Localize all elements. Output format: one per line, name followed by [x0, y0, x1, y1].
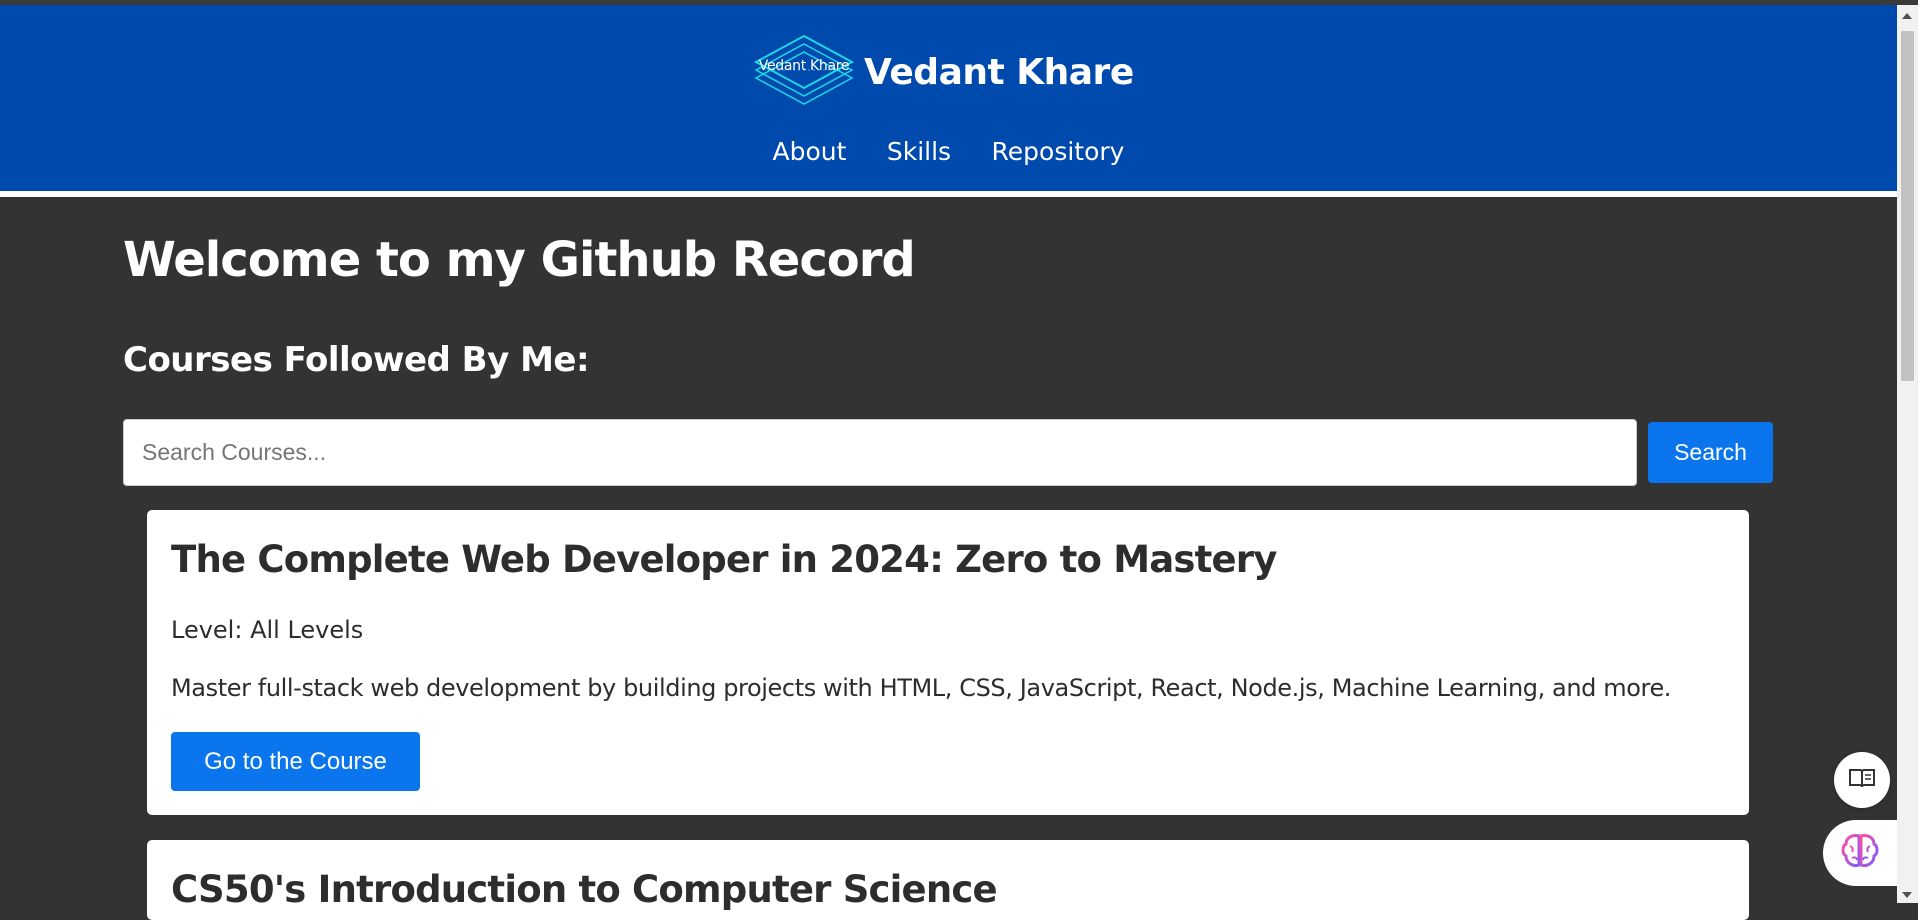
course-card: CS50's Introduction to Computer Science: [147, 840, 1749, 920]
scrollbar-thumb[interactable]: [1901, 31, 1914, 381]
course-title: The Complete Web Developer in 2024: Zero…: [171, 538, 1277, 581]
course-level: Level: All Levels: [171, 616, 364, 644]
courses-heading: Courses Followed By Me:: [123, 340, 590, 380]
go-to-course-button[interactable]: Go to the Course: [171, 732, 420, 791]
book-open-icon: [1848, 766, 1876, 795]
reader-mode-button[interactable]: [1834, 752, 1890, 808]
assistant-button[interactable]: [1823, 820, 1897, 886]
site-header: Vedant Khare Vedant Khare About Skills R…: [0, 5, 1897, 191]
nav-link-about[interactable]: About: [773, 137, 847, 166]
brain-icon: [1840, 832, 1880, 875]
logo: Vedant Khare: [752, 32, 856, 112]
search-input[interactable]: [123, 419, 1637, 486]
course-description: Master full-stack web development by bui…: [171, 674, 1672, 702]
brand[interactable]: Vedant Khare Vedant Khare: [752, 32, 1134, 112]
page-title: Welcome to my Github Record: [123, 232, 916, 288]
logo-text: Vedant Khare: [758, 58, 850, 74]
nav-link-repository[interactable]: Repository: [992, 137, 1125, 166]
scroll-down-arrow-icon[interactable]: [1902, 892, 1912, 898]
search-button[interactable]: Search: [1648, 422, 1773, 483]
course-card: The Complete Web Developer in 2024: Zero…: [147, 510, 1749, 815]
site-title[interactable]: Vedant Khare: [864, 52, 1134, 93]
scroll-up-arrow-icon[interactable]: [1902, 13, 1912, 19]
nav-link-skills[interactable]: Skills: [887, 137, 951, 166]
vertical-scrollbar[interactable]: [1897, 5, 1918, 903]
course-title: CS50's Introduction to Computer Science: [171, 868, 998, 911]
main-nav: About Skills Repository: [0, 137, 1897, 166]
